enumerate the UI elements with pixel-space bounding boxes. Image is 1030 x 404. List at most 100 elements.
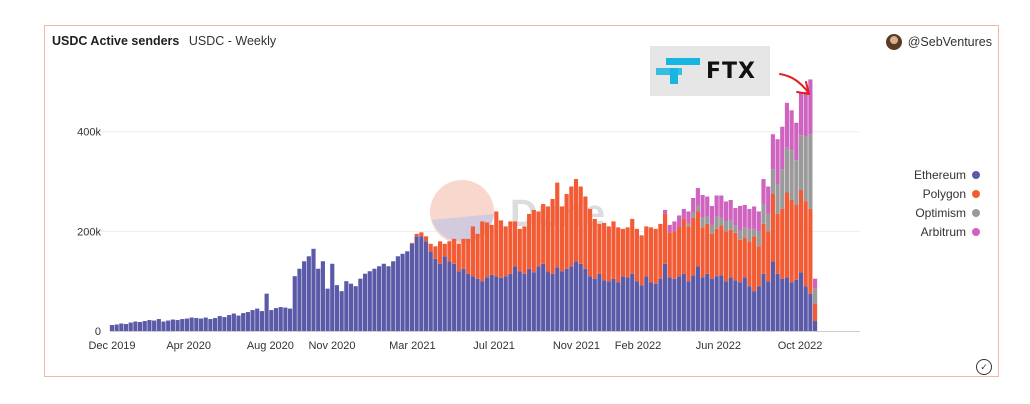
bar-polygon xyxy=(419,232,424,237)
bar-polygon xyxy=(489,224,494,275)
bar-ethereum xyxy=(597,273,602,331)
bar-ethereum xyxy=(325,288,330,331)
bar-ethereum xyxy=(728,277,733,331)
bar-optimism xyxy=(686,223,691,227)
bar-arbitrum xyxy=(747,208,752,229)
bar-polygon xyxy=(484,222,490,278)
bar-polygon xyxy=(789,199,794,283)
bar-ethereum xyxy=(630,273,635,331)
bar-polygon xyxy=(423,236,429,242)
bar-polygon xyxy=(667,232,672,278)
bar-optimism xyxy=(723,221,729,232)
bar-arbitrum xyxy=(766,186,771,214)
bar-polygon xyxy=(433,246,438,259)
bar-polygon xyxy=(564,194,569,269)
bar-polygon xyxy=(578,186,583,264)
bar-polygon xyxy=(700,227,705,278)
bar-ethereum xyxy=(611,278,616,331)
bar-polygon xyxy=(733,232,738,281)
bar-ethereum xyxy=(391,261,396,331)
bar-ethereum xyxy=(798,272,804,331)
bar-ethereum xyxy=(316,268,321,331)
check-circle-icon[interactable]: ✓ xyxy=(976,359,992,375)
bar-ethereum xyxy=(236,315,241,331)
bar-polygon xyxy=(728,229,733,278)
bar-arbitrum xyxy=(686,211,691,224)
bar-ethereum xyxy=(395,256,400,331)
bar-polygon xyxy=(452,238,457,264)
bar-optimism xyxy=(803,136,808,202)
bar-ethereum xyxy=(508,273,513,331)
bar-ethereum xyxy=(137,322,143,331)
bar-ethereum xyxy=(531,272,536,331)
bar-ethereum xyxy=(705,273,710,331)
bar-arbitrum xyxy=(737,205,743,231)
bar-arbitrum xyxy=(770,134,775,170)
bar-arbitrum xyxy=(691,197,696,213)
bar-ethereum xyxy=(625,277,630,331)
bar-polygon xyxy=(658,223,663,279)
bar-optimism xyxy=(780,169,785,209)
bar-polygon xyxy=(775,213,780,274)
bar-arbitrum xyxy=(695,188,700,206)
bar-polygon xyxy=(737,239,743,283)
bar-ethereum xyxy=(747,286,752,331)
bar-polygon xyxy=(409,242,415,244)
bar-ethereum xyxy=(700,277,705,331)
bar-ethereum xyxy=(156,319,161,331)
legend-item-arbitrum[interactable]: Arbitrum xyxy=(914,222,980,241)
legend-item-ethereum[interactable]: Ethereum xyxy=(914,165,980,184)
bar-polygon xyxy=(583,196,588,269)
bar-ethereum xyxy=(583,268,588,331)
legend-item-polygon[interactable]: Polygon xyxy=(914,184,980,203)
bar-ethereum xyxy=(414,236,419,331)
bar-polygon xyxy=(592,218,597,279)
bar-polygon xyxy=(597,223,602,274)
bar-ethereum xyxy=(709,278,715,331)
bar-ethereum xyxy=(770,261,775,331)
bar-polygon xyxy=(794,204,799,280)
bar-polygon xyxy=(559,206,565,272)
bar-polygon xyxy=(662,213,668,264)
bar-arbitrum xyxy=(700,195,705,218)
bar-polygon xyxy=(616,227,621,283)
chart-plot: 0200k400kDuneDec 2019Apr 2020Aug 2020Nov… xyxy=(77,73,860,352)
legend-dot-icon xyxy=(972,208,980,217)
bar-polygon xyxy=(480,221,485,282)
bar-polygon xyxy=(691,217,696,276)
bar-arbitrum xyxy=(752,206,757,229)
bar-ethereum xyxy=(175,320,180,331)
bar-ethereum xyxy=(302,261,307,331)
bar-ethereum xyxy=(484,277,490,331)
bar-ethereum xyxy=(353,286,358,331)
bar-ethereum xyxy=(606,281,611,331)
bar-polygon xyxy=(709,233,715,279)
bar-ethereum xyxy=(489,274,494,331)
legend-item-optimism[interactable]: Optimism xyxy=(914,203,980,222)
bar-arbitrum xyxy=(756,211,761,232)
bar-ethereum xyxy=(541,263,546,331)
bar-ethereum xyxy=(723,281,729,331)
bar-arbitrum xyxy=(672,221,677,232)
bar-ethereum xyxy=(639,285,644,331)
bar-arbitrum xyxy=(808,79,813,135)
bar-polygon xyxy=(442,243,447,257)
y-tick-label: 200k xyxy=(77,226,101,238)
bar-polygon xyxy=(770,194,775,262)
bar-ethereum xyxy=(470,276,475,331)
bar-ethereum xyxy=(480,281,485,331)
bar-polygon xyxy=(517,228,522,272)
bar-polygon xyxy=(686,226,691,282)
bar-ethereum xyxy=(766,281,771,331)
bar-ethereum xyxy=(634,281,640,331)
bar-ethereum xyxy=(278,307,283,331)
bar-ethereum xyxy=(602,280,607,331)
bar-optimism xyxy=(808,134,813,209)
bar-ethereum xyxy=(259,311,265,331)
bar-ethereum xyxy=(555,267,560,331)
bar-ethereum xyxy=(437,263,443,331)
legend-label: Arbitrum xyxy=(920,224,966,239)
chart-legend: Ethereum Polygon Optimism Arbitrum xyxy=(914,165,980,241)
bar-ethereum xyxy=(461,268,466,331)
bar-arbitrum xyxy=(789,110,794,151)
